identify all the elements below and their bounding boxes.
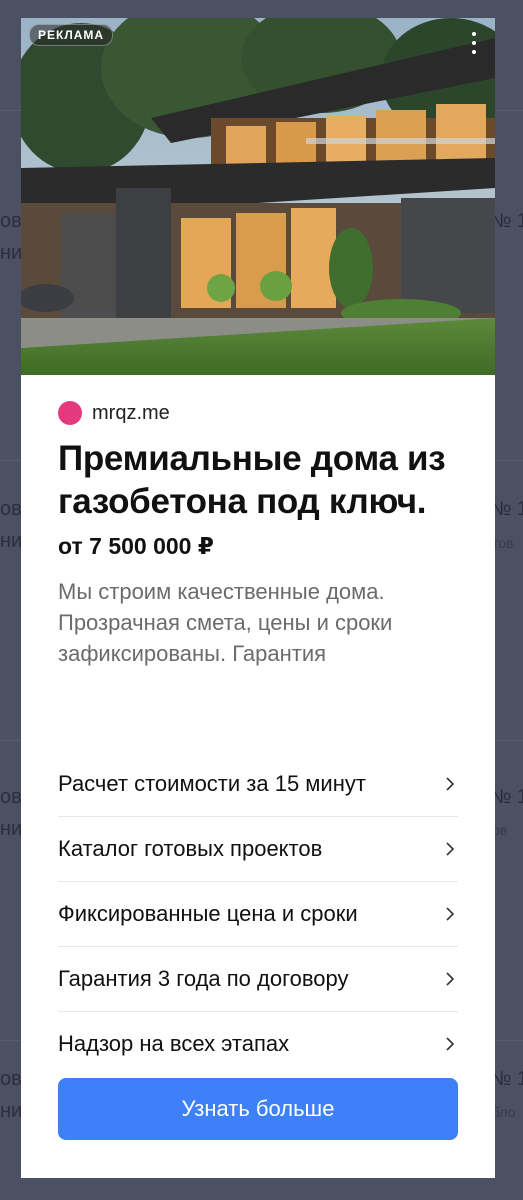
chevron-right-icon <box>442 906 458 922</box>
sitelink-label: Надзор на всех этапах <box>58 1031 290 1056</box>
source-logo-icon <box>58 401 82 425</box>
ad-title[interactable]: Премиальные дома из газобетона под ключ. <box>58 437 458 523</box>
background-text: ов <box>0 1068 22 1090</box>
ad-image[interactable]: РЕКЛАМА <box>21 18 495 375</box>
chevron-right-icon <box>442 971 458 987</box>
background-text: ни <box>0 1100 23 1122</box>
ad-content: mrqz.me Премиальные дома из газобетона п… <box>58 393 458 669</box>
sitelink[interactable]: Расчет стоимости за 15 минут <box>58 752 458 817</box>
sitelink-label: Расчет стоимости за 15 минут <box>58 771 366 796</box>
background-text: ов <box>0 786 22 808</box>
background-text: бло <box>492 1104 516 1120</box>
ad-price: от 7 500 000 ₽ <box>58 533 214 559</box>
background-text: ни <box>0 530 23 552</box>
chevron-right-icon <box>442 841 458 857</box>
house-illustration <box>21 18 495 375</box>
more-options-icon[interactable] <box>471 32 477 54</box>
sitelink[interactable]: Гарантия 3 года по договору <box>58 947 458 1012</box>
sitelink-label: Фиксированные цена и сроки <box>58 901 358 926</box>
ad-card[interactable]: РЕКЛАМА mrqz.me Премиальные дома из газо… <box>21 18 495 1178</box>
background-text: ов <box>0 498 22 520</box>
sitelink[interactable]: Фиксированные цена и сроки <box>58 882 458 947</box>
background-text: ни <box>0 242 23 264</box>
chevron-right-icon <box>442 776 458 792</box>
background-text: ов <box>0 210 22 232</box>
ad-description: Мы строим качественные дома. Прозрачная … <box>58 579 393 666</box>
dot <box>472 41 476 45</box>
background-text: ни <box>0 818 23 840</box>
ad-source[interactable]: mrqz.me <box>58 397 458 429</box>
sitelink[interactable]: Надзор на всех этапах <box>58 1012 458 1076</box>
ad-badge: РЕКЛАМА <box>29 24 114 46</box>
sitelink-label: Гарантия 3 года по договору <box>58 966 349 991</box>
chevron-right-icon <box>442 1036 458 1052</box>
sitelink-label: Каталог готовых проектов <box>58 836 323 861</box>
sitelink[interactable]: Каталог готовых проектов <box>58 817 458 882</box>
sitelinks-list: Расчет стоимости за 15 минут Каталог гот… <box>58 752 458 1076</box>
learn-more-button[interactable]: Узнать больше <box>58 1078 458 1140</box>
dot <box>472 50 476 54</box>
source-domain: mrqz.me <box>92 401 170 424</box>
dot <box>472 32 476 36</box>
background-text: тов <box>492 535 514 551</box>
